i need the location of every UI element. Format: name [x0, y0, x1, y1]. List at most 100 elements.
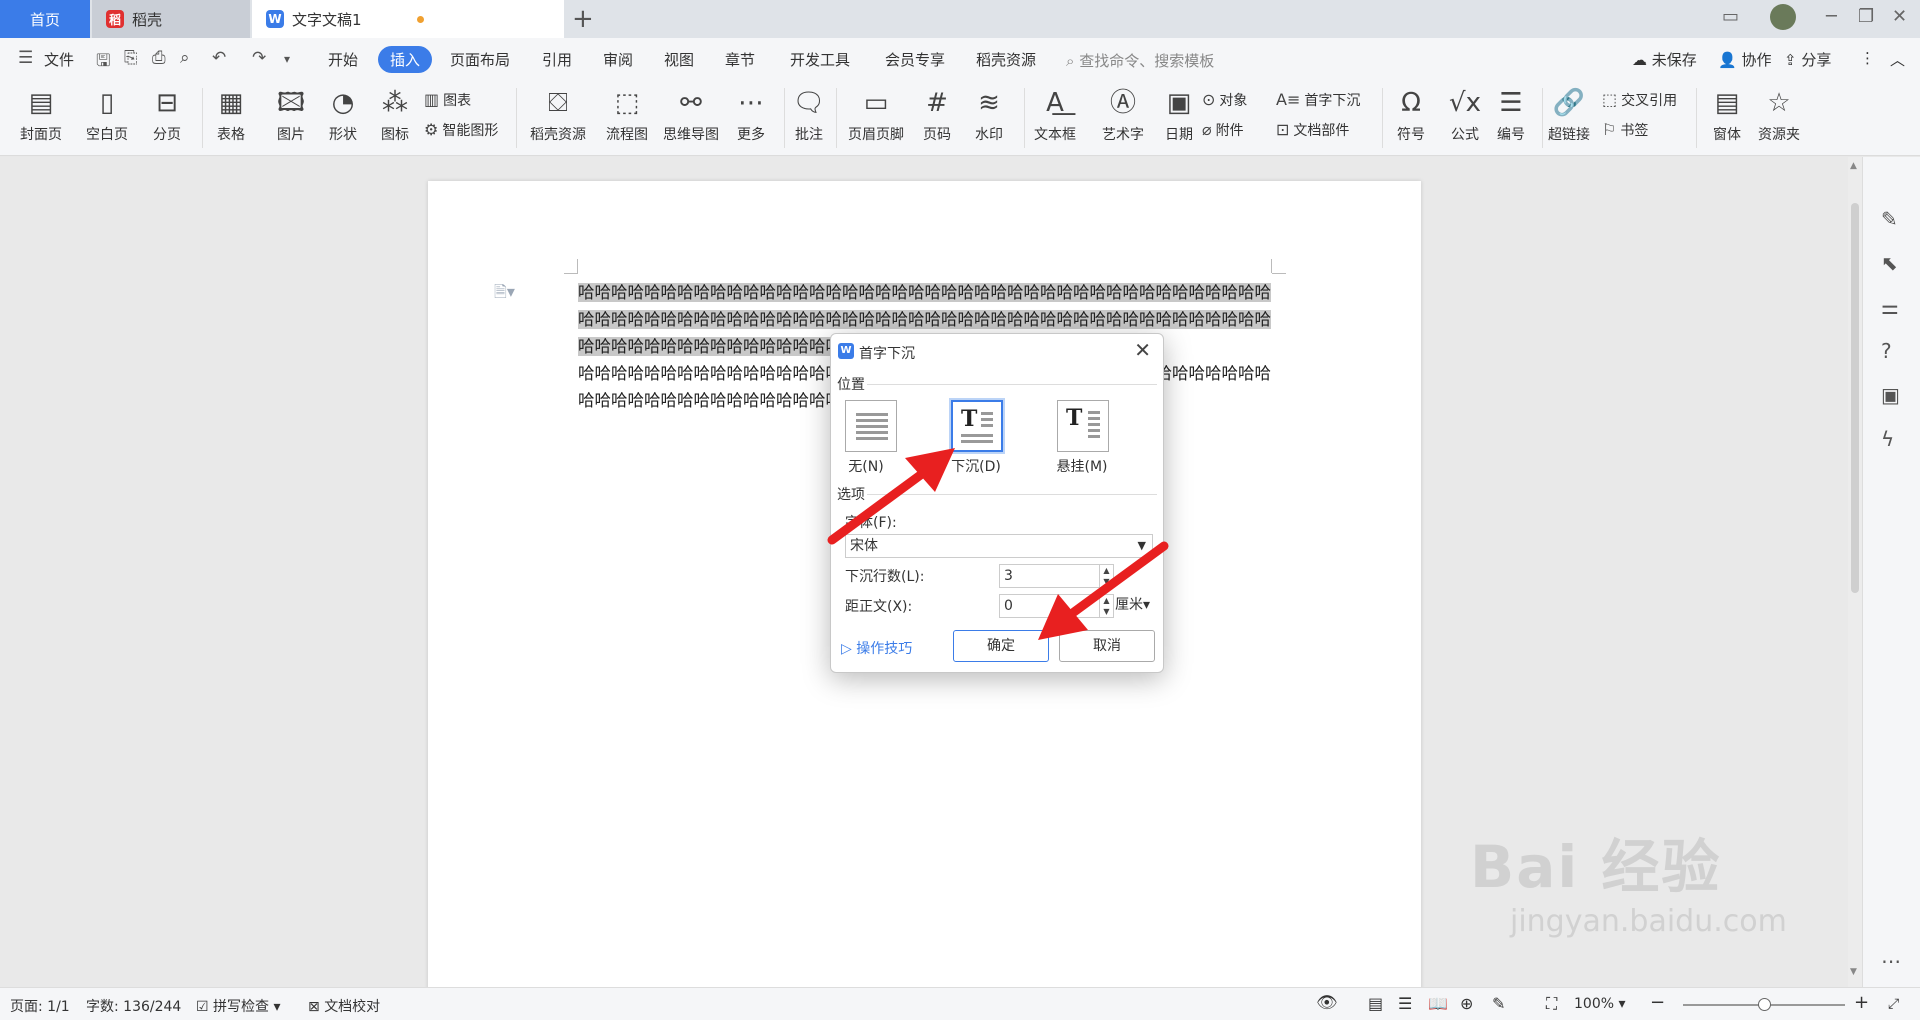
dropcap-hang-option[interactable]: T — [1057, 400, 1109, 452]
new-tab-plus-icon[interactable]: + — [572, 4, 594, 34]
hyperlink-button[interactable]: 🔗 超链接 — [1538, 86, 1600, 144]
close-window-icon[interactable]: ✕ — [1892, 6, 1907, 27]
collapse-ribbon-icon[interactable]: ︿ — [1890, 49, 1905, 70]
page-view-icon[interactable]: ▤ — [1368, 994, 1383, 1013]
watermark-button[interactable]: ≋ 水印 — [958, 86, 1020, 144]
spell-check-button[interactable]: ☑ 拼写检查 ▾ — [196, 996, 281, 1016]
collaborate-button[interactable]: 👤 协作 — [1718, 49, 1771, 70]
menu-view[interactable]: 视图 — [664, 49, 694, 70]
redo-icon[interactable]: ↷ — [252, 48, 266, 68]
menu-references[interactable]: 引用 — [542, 49, 572, 70]
smart-graphic-button[interactable]: ⚙ 智能图形 — [424, 120, 498, 140]
distance-stepper[interactable]: 0 ▲ ▼ — [999, 594, 1114, 618]
image-edit-icon[interactable]: ▣ — [1881, 383, 1900, 407]
dialog-close-icon[interactable]: ✕ — [1134, 338, 1151, 362]
outline-view-icon[interactable]: ☰ — [1398, 994, 1412, 1013]
menu-member[interactable]: 会员专享 — [885, 49, 945, 70]
menu-daoke-resources[interactable]: 稻壳资源 — [976, 49, 1036, 70]
page-count[interactable]: 页面: 1/1 — [10, 996, 70, 1016]
menu-developer[interactable]: 开发工具 — [790, 49, 850, 70]
ok-button[interactable]: 确定 — [953, 630, 1049, 662]
unit-select[interactable]: 厘米▾ — [1115, 594, 1150, 614]
font-select[interactable]: 宋体 ▼ — [845, 534, 1153, 558]
pen-icon[interactable]: ✎ — [1881, 207, 1898, 231]
blank-page-button[interactable]: ▯ 空白页 — [76, 86, 138, 144]
write-view-icon[interactable]: ✎ — [1492, 994, 1505, 1013]
comment-button[interactable]: 🗨 批注 — [778, 86, 840, 144]
menu-file[interactable]: 文件 — [44, 49, 74, 70]
page-break-button[interactable]: ⊟ 分页 — [136, 86, 198, 144]
attachment-button[interactable]: ⌀ 附件 — [1202, 120, 1244, 140]
menu-review[interactable]: 审阅 — [603, 49, 633, 70]
minimize-icon[interactable]: ─ — [1826, 6, 1837, 27]
unsaved-status[interactable]: ☁ 未保存 — [1632, 49, 1697, 70]
zoom-out-icon[interactable]: − — [1650, 992, 1665, 1013]
web-view-icon[interactable]: ⊕ — [1460, 994, 1473, 1013]
operation-tips-link[interactable]: ▷ 操作技巧 — [841, 638, 912, 658]
numbering-button[interactable]: ☰ 编号 — [1480, 86, 1542, 144]
menu-page-layout[interactable]: 页面布局 — [450, 49, 510, 70]
layout-switch-icon[interactable]: ▭ — [1722, 6, 1739, 27]
cover-page-button[interactable]: ▤ 封面页 — [10, 86, 72, 144]
daoke-resources-button[interactable]: ⛋ 稻壳资源 — [527, 86, 589, 144]
restore-icon[interactable]: ❐ — [1858, 6, 1874, 27]
resource-folder-button[interactable]: ☆ 资源夹 — [1748, 86, 1810, 144]
zoom-slider[interactable] — [1683, 998, 1845, 1011]
cross-reference-button[interactable]: ⬚ 交叉引用 — [1602, 90, 1677, 110]
print-icon[interactable]: ⎙ — [152, 48, 166, 68]
tab-home[interactable]: 首页 — [0, 0, 90, 38]
dropcap-button[interactable]: A≡ 首字下沉 — [1276, 90, 1360, 110]
table-button[interactable]: ▦ 表格 — [200, 86, 262, 144]
quick-access-dropdown-icon[interactable]: ▾ — [284, 52, 290, 66]
zoom-level[interactable]: 100% ▾ — [1574, 996, 1626, 1012]
symbol-button[interactable]: Ω 符号 — [1380, 86, 1442, 144]
share-button[interactable]: ⇪ 分享 — [1784, 49, 1831, 70]
scroll-down-icon[interactable]: ▼ — [1850, 967, 1857, 977]
icon-library-button[interactable]: ⁂ 图标 — [364, 86, 426, 144]
scrollbar-thumb[interactable] — [1851, 203, 1859, 593]
more-button[interactable]: ⋯ 更多 — [720, 86, 782, 144]
chart-button[interactable]: ▥ 图表 — [424, 90, 471, 110]
stepper-arrows-icon[interactable]: ▲ ▼ — [1099, 565, 1113, 587]
cancel-button[interactable]: 取消 — [1059, 630, 1155, 662]
avatar[interactable] — [1770, 4, 1796, 30]
cursor-select-icon[interactable]: ⬉ — [1881, 251, 1898, 275]
zoom-in-icon[interactable]: + — [1854, 992, 1869, 1013]
doc-part-button[interactable]: ⊡ 文档部件 — [1276, 120, 1349, 140]
undo-icon[interactable]: ↶ — [212, 48, 226, 68]
adjust-icon[interactable]: ⚌ — [1881, 295, 1899, 319]
command-search[interactable]: ⌕ 查找命令、搜索模板 — [1066, 50, 1214, 71]
scroll-up-icon[interactable]: ▲ — [1850, 161, 1857, 171]
flowchart-button[interactable]: ⬚ 流程图 — [596, 86, 658, 144]
save-icon[interactable]: 🖫 — [96, 48, 110, 77]
paragraph-layout-icon[interactable]: 🗎▾ — [494, 281, 515, 308]
stepper-arrows-icon[interactable]: ▲ ▼ — [1099, 595, 1113, 617]
reading-view-icon[interactable]: 📖 — [1428, 994, 1448, 1013]
wordart-button[interactable]: Ⓐ 艺术字 — [1092, 86, 1154, 144]
drop-lines-stepper[interactable]: 3 ▲ ▼ — [999, 564, 1114, 588]
textbox-button[interactable]: A͟ 文本框 — [1024, 86, 1086, 144]
doc-proofread-button[interactable]: ⊠ 文档校对 — [308, 996, 380, 1016]
eye-protect-icon[interactable]: 👁 — [1316, 993, 1338, 1013]
hamburger-icon[interactable]: ☰ — [18, 48, 33, 68]
menu-insert[interactable]: 插入 — [378, 46, 433, 73]
dropcap-drop-option[interactable]: T — [951, 400, 1003, 452]
vertical-scrollbar[interactable]: ▲ ▼ — [1848, 157, 1862, 987]
object-button[interactable]: ⊙ 对象 — [1202, 90, 1247, 110]
fullscreen-icon[interactable]: ⤢ — [1888, 996, 1899, 1012]
preview-icon[interactable]: ⌕ — [180, 48, 190, 68]
tab-document[interactable]: W 文字文稿1 — [252, 0, 564, 38]
more-options-icon[interactable]: ⋮ — [1860, 49, 1875, 67]
zoom-slider-knob[interactable] — [1758, 998, 1771, 1011]
header-footer-button[interactable]: ▭ 页眉页脚 — [845, 86, 907, 144]
menu-start[interactable]: 开始 — [328, 49, 358, 70]
bookmark-button[interactable]: ⚐ 书签 — [1602, 120, 1648, 140]
dropcap-none-option[interactable] — [845, 400, 897, 452]
lightning-icon[interactable]: ϟ — [1881, 427, 1894, 451]
help-icon[interactable]: ? — [1881, 339, 1892, 363]
date-button[interactable]: ▣ 日期 — [1148, 86, 1210, 144]
export-icon[interactable]: ⎘ — [124, 48, 138, 68]
tab-daoke[interactable]: 稻 稻壳 — [92, 0, 250, 38]
word-count[interactable]: 字数: 136/244 — [86, 996, 181, 1016]
menu-section[interactable]: 章节 — [725, 49, 755, 70]
